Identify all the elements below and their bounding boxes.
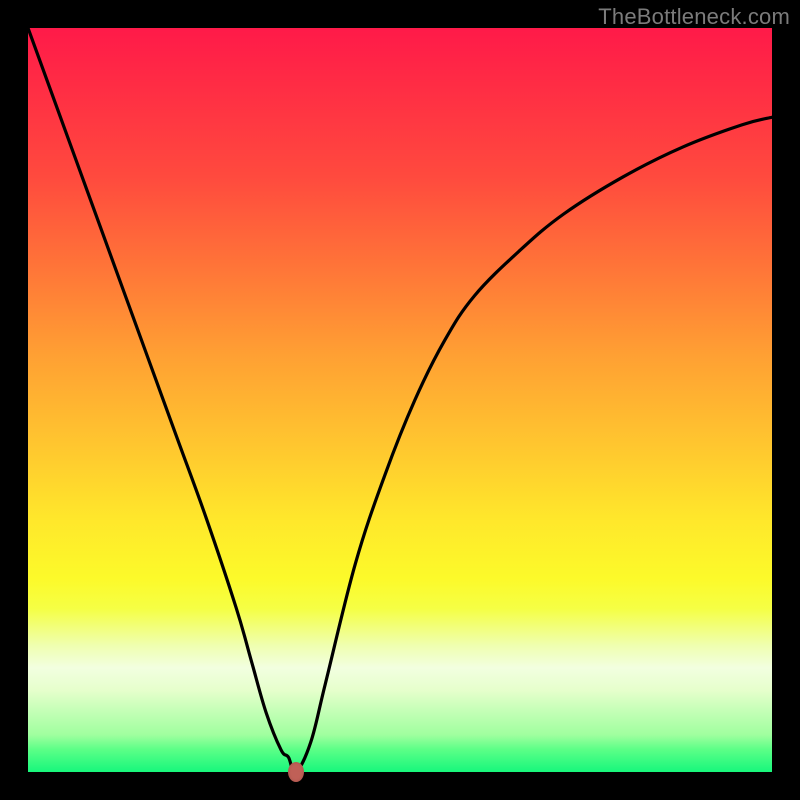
optimal-point-marker xyxy=(288,762,304,782)
plot-area xyxy=(28,28,772,772)
chart-frame: TheBottleneck.com xyxy=(0,0,800,800)
bottleneck-curve xyxy=(28,28,772,772)
watermark-label: TheBottleneck.com xyxy=(598,4,790,30)
